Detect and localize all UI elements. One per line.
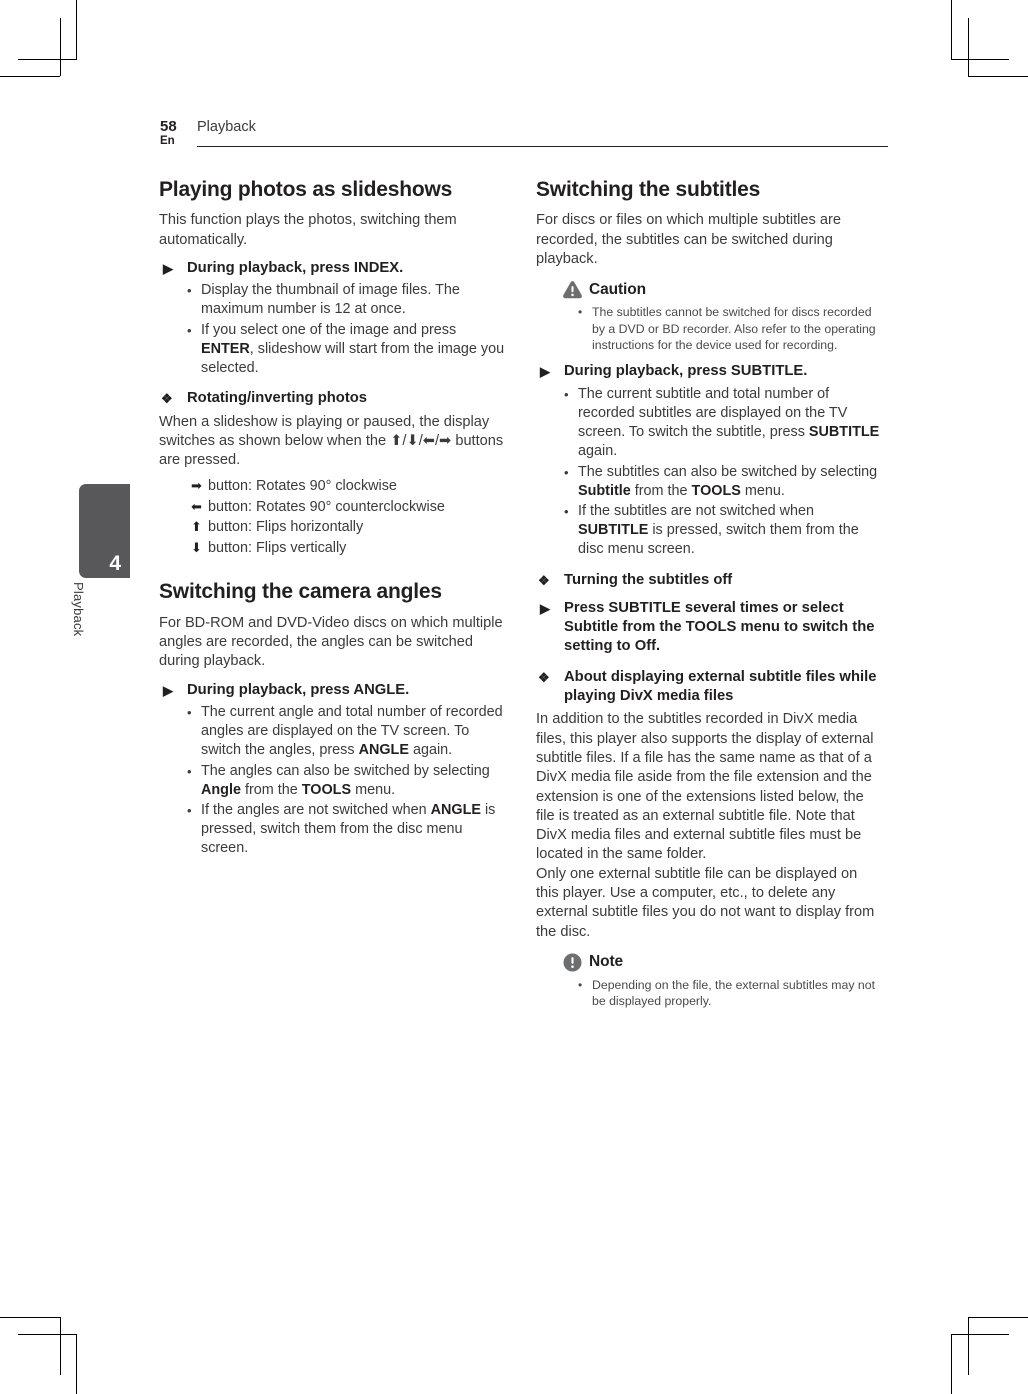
key-description: button: Rotates 90° counterclockwise: [208, 498, 445, 515]
subhead-label: Turning the subtitles off: [564, 571, 733, 588]
step-label: During playback, press INDEX.: [187, 259, 404, 276]
crop-mark-line: [951, 1334, 952, 1394]
list-item: ⬅ button: Rotates 90° counterclockwise: [191, 497, 507, 518]
step-press-subtitle: ▶ During playback, press SUBTITLE.: [536, 362, 884, 381]
subhead-external-subtitle-divx: ❖ About displaying external subtitle fil…: [536, 668, 884, 707]
key-description: button: Flips vertically: [208, 539, 347, 556]
chapter-tab: 4: [79, 484, 130, 578]
arrow-up-icon: ⬆: [191, 519, 202, 535]
section-title-camera-angles: Switching the camera angles: [159, 580, 442, 604]
list-item: The angles can also be switched by selec…: [187, 762, 507, 800]
diamond-icon: ❖: [161, 391, 173, 407]
chapter-tab-number: 4: [109, 552, 121, 575]
caution-triangle-icon: [563, 281, 582, 299]
step-label: During playback, press SUBTITLE.: [564, 363, 808, 380]
list-item: If the angles are not switched when ANGL…: [187, 801, 507, 859]
slideshow-intro: This function plays the photos, switchin…: [159, 212, 457, 248]
list-item: The current angle and total number of re…: [187, 703, 507, 761]
step-arrow-icon: ▶: [163, 260, 173, 276]
crop-mark-line: [0, 1317, 60, 1318]
list-item: Display the thumbnail of image files. Th…: [187, 281, 507, 319]
crop-mark-line: [951, 1334, 1009, 1335]
caution-header: Caution: [562, 279, 884, 300]
caution-bullets: The subtitles cannot be switched for dis…: [562, 304, 884, 353]
arrow-down-icon: ⬇: [191, 539, 202, 555]
crop-mark-line: [60, 1317, 61, 1375]
crop-mark-line: [60, 18, 61, 76]
note-bullets: Depending on the file, the external subt…: [562, 977, 884, 1010]
crop-mark-line: [951, 59, 1009, 60]
list-item: The current subtitle and total number of…: [564, 385, 884, 462]
list-item: ⬇ button: Flips vertically: [191, 538, 507, 559]
crop-mark-line: [18, 59, 76, 60]
section-title-subtitles: Switching the subtitles: [536, 178, 761, 201]
step-arrow-icon: ▶: [163, 682, 173, 698]
left-column: Playing photos as slideshows This functi…: [159, 178, 507, 860]
note-header: Note: [562, 952, 884, 973]
diamond-icon: ❖: [538, 669, 550, 685]
subhead-label: Rotating/inverting photos: [187, 390, 368, 407]
header-chapter-title: Playback: [197, 119, 256, 135]
list-item: ➡ button: Rotates 90° clockwise: [191, 476, 507, 497]
note-label: Note: [589, 953, 624, 971]
crop-mark-line: [0, 76, 60, 77]
subtitles-bullets: The current subtitle and total number of…: [536, 385, 884, 560]
crop-mark-line: [18, 1334, 76, 1335]
page-language-code: En: [160, 135, 175, 147]
step-arrow-icon: ▶: [540, 364, 550, 380]
page-header: 58 En Playback: [160, 118, 888, 154]
subtitles-intro: For discs or files on which multiple sub…: [536, 212, 841, 267]
subhead-label: About displaying external subtitle files…: [564, 668, 877, 705]
camera-angles-intro: For BD-ROM and DVD-Video discs on which …: [159, 614, 503, 670]
step-label: During playback, press ANGLE.: [187, 681, 410, 698]
rotating-body: When a slideshow is playing or paused, t…: [159, 413, 504, 469]
chapter-tab-label: Playback: [71, 582, 86, 637]
camera-angles-bullets: The current angle and total number of re…: [159, 703, 507, 859]
list-item: The subtitles cannot be switched for dis…: [576, 304, 884, 353]
slideshow-bullets: Display the thumbnail of image files. Th…: [159, 281, 507, 378]
list-item: The subtitles can also be switched by se…: [564, 463, 884, 501]
crop-mark-line: [968, 76, 1028, 77]
note-circle-icon: [563, 953, 582, 972]
step-press-angle: ▶ During playback, press ANGLE.: [159, 681, 507, 700]
subhead-rotating-inverting: ❖ Rotating/inverting photos: [159, 389, 507, 408]
note-callout: Note Depending on the file, the external…: [536, 952, 884, 1010]
crop-mark-line: [968, 1317, 969, 1375]
arrow-left-icon: ⬅: [191, 498, 202, 514]
diamond-icon: ❖: [538, 572, 550, 588]
crop-mark-line: [968, 1317, 1028, 1318]
page-number: 58: [160, 118, 177, 135]
caution-callout: Caution The subtitles cannot be switched…: [536, 279, 884, 353]
crop-mark-line: [951, 0, 952, 60]
list-item: If you select one of the image and press…: [187, 321, 507, 379]
header-divider: [197, 146, 888, 147]
list-item: If the subtitles are not switched when S…: [564, 502, 884, 560]
subhead-turning-subtitles-off: ❖ Turning the subtitles off: [536, 571, 884, 590]
divx-paragraph-2: Only one external subtitle file can be d…: [536, 865, 875, 940]
step-press-subtitle-off: ▶ Press SUBTITLE several times or select…: [536, 599, 884, 657]
rotate-key-list: ➡ button: Rotates 90° clockwise ⬅ button…: [159, 476, 507, 558]
list-item: Depending on the file, the external subt…: [576, 977, 884, 1010]
right-column: Switching the subtitles For discs or fil…: [536, 178, 884, 1016]
section-title-slideshows: Playing photos as slideshows: [159, 178, 453, 201]
key-description: button: Flips horizontally: [208, 519, 364, 536]
crop-mark-line: [968, 18, 969, 76]
divx-paragraph-1: In addition to the subtitles recorded in…: [536, 711, 874, 863]
crop-mark-line: [76, 1334, 77, 1394]
key-description: button: Rotates 90° clockwise: [208, 478, 397, 495]
step-arrow-icon: ▶: [540, 600, 550, 616]
arrow-right-icon: ➡: [191, 478, 202, 494]
step-press-index: ▶ During playback, press INDEX.: [159, 259, 507, 278]
step-label: Press SUBTITLE several times or select S…: [564, 599, 875, 655]
crop-mark-line: [76, 0, 77, 60]
caution-label: Caution: [589, 280, 646, 298]
list-item: ⬆ button: Flips horizontally: [191, 517, 507, 538]
